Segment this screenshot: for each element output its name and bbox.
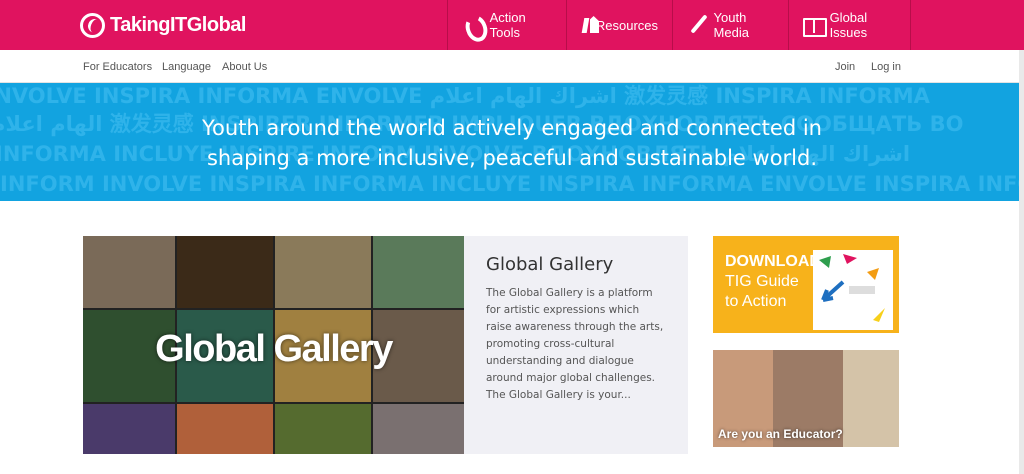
scrollbar[interactable] <box>1019 50 1024 474</box>
hero-bg-line: ENVOLVE INSPIRA INFORMA ENVOLVE اشراك ال… <box>0 84 930 108</box>
global-gallery-card: Global Gallery The Global Gallery is a p… <box>464 236 688 454</box>
hero-tagline: Youth around the world actively engaged … <box>0 113 1024 173</box>
promo-line3: to Action <box>725 293 787 310</box>
gallery-tile <box>275 236 371 308</box>
youth-media-icon <box>687 14 706 36</box>
nav-label: Global Issues <box>829 10 868 40</box>
secondary-nav: For Educators Language About Us Join Log… <box>0 50 1024 83</box>
gallery-tile <box>177 404 273 454</box>
educator-label: Are you an Educator? <box>718 427 843 441</box>
link-for-educators[interactable]: For Educators <box>83 61 152 73</box>
gallery-tile <box>373 404 464 454</box>
nav-label: Youth Media <box>713 10 749 40</box>
site-logo[interactable]: TakingITGlobal <box>80 11 246 39</box>
gallery-image-text: Global Gallery <box>155 328 393 370</box>
logo-icon <box>80 12 105 38</box>
link-join[interactable]: Join <box>835 61 855 73</box>
action-tools-icon <box>462 14 482 36</box>
nav-youth-media[interactable]: Youth Media <box>672 0 788 50</box>
nav-label: Resources <box>595 17 658 33</box>
nav-label: Action Tools <box>489 10 526 40</box>
page: TakingITGlobal Action Tools Resources Yo… <box>0 0 1024 474</box>
link-log-in[interactable]: Log in <box>871 61 901 73</box>
gallery-tile <box>373 236 464 308</box>
gallery-tile <box>177 236 273 308</box>
gallery-tile <box>83 236 175 308</box>
link-language[interactable]: Language <box>162 61 211 73</box>
global-gallery-image[interactable]: Global Gallery <box>83 236 464 454</box>
gallery-tile <box>275 404 371 454</box>
link-about-us[interactable]: About Us <box>222 61 267 73</box>
nav-resources[interactable]: Resources <box>566 0 672 50</box>
guide-book-cover <box>813 250 893 330</box>
guide-cover-graphic <box>819 254 885 322</box>
promo-line1: DOWNLOAD <box>725 253 821 270</box>
gallery-description: The Global Gallery is a platform for art… <box>486 287 664 401</box>
gallery-tile <box>83 404 175 454</box>
promo-line2: TIG Guide <box>725 273 799 290</box>
promo-text: DOWNLOAD TIG Guide to Action <box>725 252 821 312</box>
download-guide-promo[interactable]: DOWNLOAD TIG Guide to Action <box>713 236 899 333</box>
hero-tagline-line2: shaping a more inclusive, peaceful and s… <box>206 146 818 170</box>
hero-banner: ENVOLVE INSPIRA INFORMA ENVOLVE اشراك ال… <box>0 83 1024 201</box>
nav-global-issues[interactable]: Global Issues <box>788 0 911 50</box>
gallery-title[interactable]: Global Gallery <box>486 254 666 275</box>
hero-bg-line: INFORM INVOLVE INSPIRA INFORMA INCLUYE I… <box>0 172 1024 196</box>
main-nav: Action Tools Resources Youth Media Globa… <box>447 0 911 50</box>
logo-text: TakingITGlobal <box>110 13 246 36</box>
hero-tagline-line1: Youth around the world actively engaged … <box>202 116 822 140</box>
nav-action-tools[interactable]: Action Tools <box>447 0 566 50</box>
educator-photo-part <box>843 350 899 447</box>
global-issues-icon <box>803 14 827 37</box>
resources-icon <box>581 14 588 36</box>
top-navigation-bar: TakingITGlobal Action Tools Resources Yo… <box>0 0 1024 50</box>
educator-promo[interactable]: Are you an Educator? <box>713 350 899 447</box>
